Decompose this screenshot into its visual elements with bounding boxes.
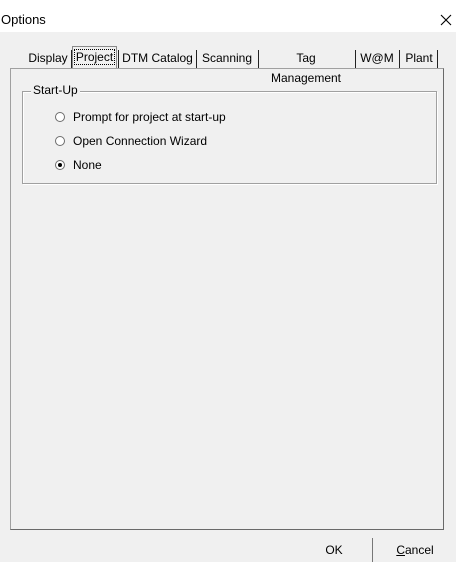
radio-label: None — [73, 158, 102, 172]
radio-button-checked-icon[interactable] — [55, 160, 65, 170]
tab-divider — [118, 50, 119, 68]
tab-scanning[interactable]: Scanning — [198, 48, 256, 68]
radio-label: Prompt for project at start-up — [73, 110, 226, 124]
close-button[interactable] — [436, 8, 456, 32]
window-title: Options — [1, 12, 46, 27]
tab-divider — [437, 50, 438, 68]
ok-button[interactable]: OK — [296, 538, 372, 562]
tab-divider — [355, 50, 356, 68]
tab-divider — [258, 50, 259, 68]
tab-plant[interactable]: Plant — [402, 48, 436, 68]
tab-wam[interactable]: W@M — [358, 48, 396, 68]
tab-project-label: Project — [73, 49, 116, 65]
tab-project[interactable]: Project — [72, 46, 117, 68]
radio-none[interactable]: None — [55, 157, 102, 173]
radio-label: Open Connection Wizard — [73, 134, 208, 148]
tab-display[interactable]: Display — [28, 48, 68, 68]
cancel-accelerator: C — [396, 543, 405, 557]
ok-button-label: OK — [325, 543, 343, 557]
tab-tag-management[interactable]: Tag Management — [260, 48, 352, 85]
button-divider — [372, 538, 373, 562]
tab-dtm-catalog[interactable]: DTM Catalog — [121, 48, 194, 68]
tab-divider — [399, 50, 400, 68]
radio-button-icon[interactable] — [55, 112, 65, 122]
radio-open-connection-wizard[interactable]: Open Connection Wizard — [55, 133, 207, 149]
close-icon — [440, 14, 452, 26]
cancel-button[interactable]: Cancel — [374, 538, 456, 562]
radio-button-icon[interactable] — [55, 136, 65, 146]
startup-group-label: Start-Up — [31, 83, 80, 97]
cancel-button-label: ancel — [404, 543, 434, 557]
title-bar: Options — [0, 0, 456, 32]
radio-prompt-for-project[interactable]: Prompt for project at start-up — [55, 109, 226, 125]
tab-divider — [196, 50, 197, 68]
